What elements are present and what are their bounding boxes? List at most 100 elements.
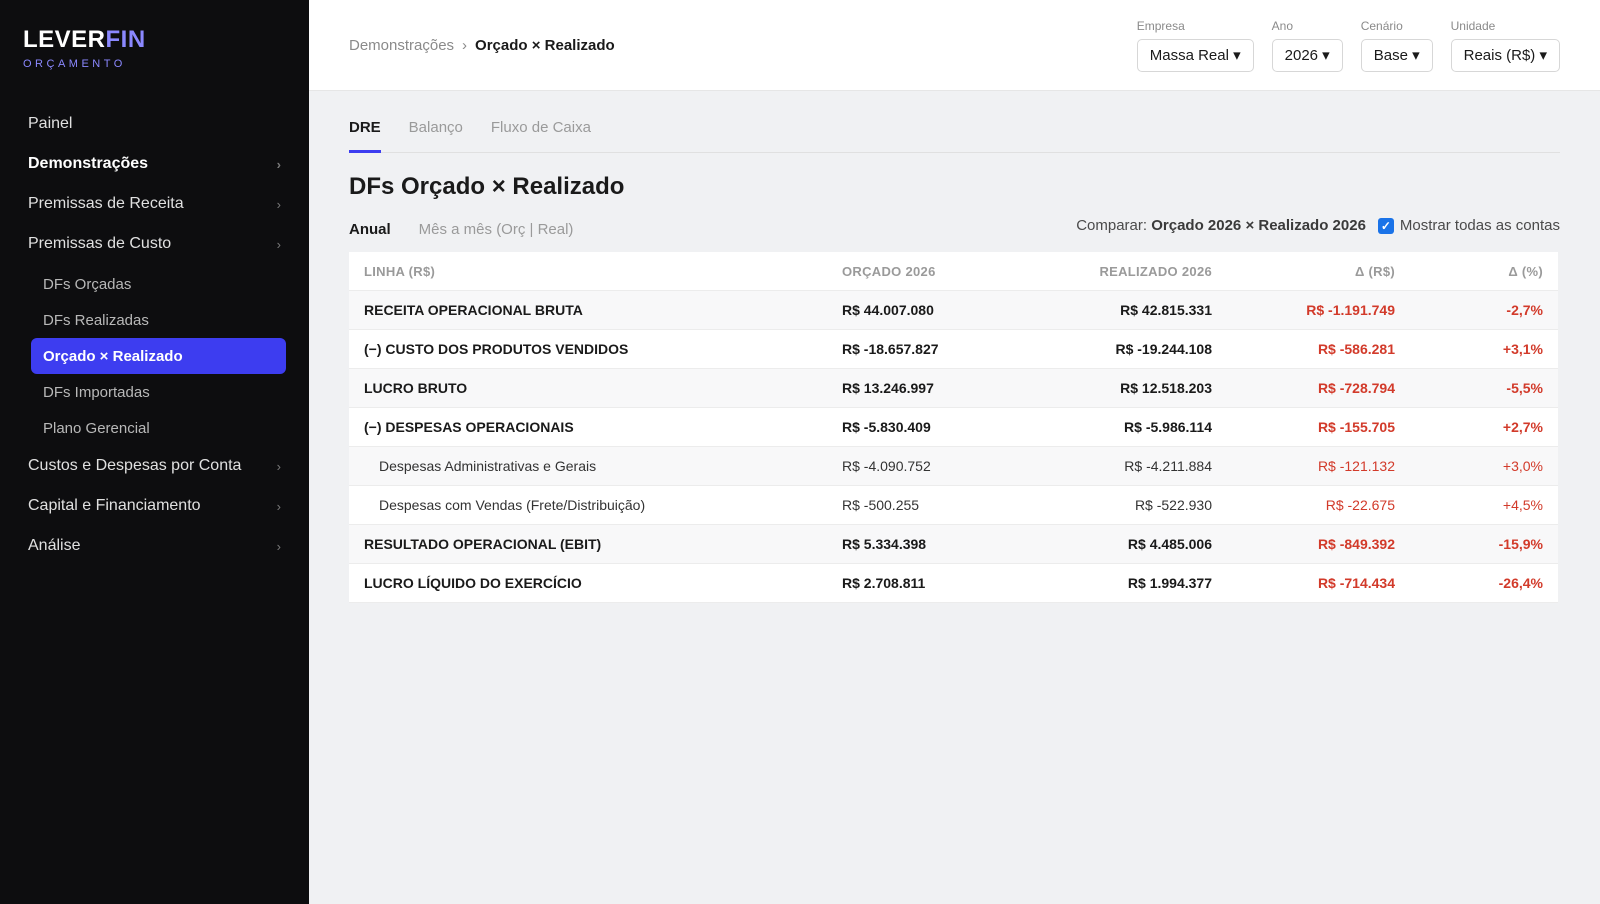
cell-realizado: R$ 1.994.377 [1127, 575, 1212, 591]
table-row[interactable]: (−) CUSTO DOS PRODUTOS VENDIDOS R$ -18.65… [349, 330, 1558, 369]
chevron-right-icon: › [276, 458, 281, 474]
column-header: Δ (%) [1508, 263, 1543, 279]
compare-info: Comparar: Orçado 2026 × Realizado 2026 ✓… [1076, 217, 1560, 234]
row-label: RESULTADO OPERACIONAL (EBIT) [364, 536, 602, 552]
checkbox-label: Mostrar todas as contas [1399, 217, 1560, 234]
sidebar-subitem-orcado-realizado[interactable]: Orçado × Realizado [31, 338, 286, 374]
cell-delta-pct: +4,5% [1502, 497, 1543, 513]
cell-realizado: R$ 4.485.006 [1127, 536, 1212, 552]
chevron-right-icon: › [276, 538, 281, 554]
filter-label: Ano [1271, 18, 1293, 33]
cell-delta-pct: +2,7% [1502, 419, 1543, 435]
chevron-right-icon: › [276, 236, 281, 252]
brand-name: LEVERFIN [23, 26, 146, 53]
sidebar-item-analise[interactable]: Análise › [0, 526, 309, 566]
cell-delta: R$ -586.281 [1317, 341, 1395, 357]
filter-unidade: Unidade Reais (R$) ▾ [1450, 18, 1560, 72]
cell-delta: R$ -121.132 [1317, 458, 1395, 474]
unidade-select[interactable]: Reais (R$) ▾ [1450, 38, 1560, 72]
sidebar-item-premissas-receita[interactable]: Premissas de Receita › [0, 184, 309, 224]
sidebar-subitem-plano-gerencial[interactable]: Plano Gerencial [31, 410, 286, 446]
filter-label: Cenário [1360, 18, 1403, 33]
sidebar: LEVERFIN ORÇAMENTO Painel Demonstrações ›… [0, 0, 309, 904]
table-row[interactable]: Despesas com Vendas (Frete/Distribuição)… [349, 486, 1558, 525]
cell-delta: R$ -849.392 [1317, 536, 1395, 552]
breadcrumb-separator-icon: › [462, 36, 468, 54]
breadcrumb: Demonstrações › Orçado × Realizado [349, 37, 615, 54]
content: DRE Balanço Fluxo de Caixa DFs Orçado × … [309, 91, 1600, 603]
chevron-right-icon: › [276, 498, 281, 514]
table-row[interactable]: (−) DESPESAS OPERACIONAIS R$ -5.830.409 R$… [349, 408, 1558, 447]
column-header: ORÇADO 2026 [842, 263, 936, 279]
tab-fluxo-caixa[interactable]: Fluxo de Caixa [491, 113, 591, 152]
table-row[interactable]: RESULTADO OPERACIONAL (EBIT) R$ 5.334.398… [349, 525, 1558, 564]
view-anual[interactable]: Anual [349, 221, 391, 238]
cell-delta: R$ -1.191.749 [1306, 302, 1395, 318]
brand-subtitle: ORÇAMENTO [23, 58, 126, 70]
checkbox-checked-icon[interactable]: ✓ [1377, 217, 1394, 234]
cell-delta-pct: -2,7% [1506, 302, 1543, 318]
empresa-select[interactable]: Massa Real ▾ [1136, 38, 1254, 72]
cell-orcado: R$ -4.090.752 [842, 458, 931, 474]
row-label: Despesas com Vendas (Frete/Distribuição) [379, 497, 646, 513]
view-mes-a-mes[interactable]: Mês a mês (Orç | Real) [419, 221, 574, 238]
cell-delta: R$ -714.434 [1317, 575, 1395, 591]
cell-realizado: R$ 12.518.203 [1120, 380, 1212, 396]
table-row[interactable]: LUCRO LÍQUIDO DO EXERCÍCIO R$ 2.708.811 R$… [349, 564, 1558, 603]
sidebar-item-capital-financiamento[interactable]: Capital e Financiamento › [0, 486, 309, 526]
table-row[interactable]: Despesas Administrativas e Gerais R$ -4.0… [349, 447, 1558, 486]
top-bar: Demonstrações › Orçado × Realizado Empre… [309, 0, 1600, 91]
tab-dre[interactable]: DRE [349, 113, 381, 153]
cell-orcado: R$ 5.334.398 [842, 536, 927, 552]
cell-orcado: R$ -5.830.409 [842, 419, 931, 435]
sidebar-item-demonstracoes[interactable]: Demonstrações › [0, 144, 309, 184]
column-header: REALIZADO 2026 [1099, 263, 1212, 279]
row-label: LUCRO LÍQUIDO DO EXERCÍCIO [364, 575, 582, 591]
cell-delta: R$ -728.794 [1317, 380, 1395, 396]
cell-orcado: R$ -500.255 [842, 497, 920, 513]
tab-balanco[interactable]: Balanço [409, 113, 463, 152]
brand-logo[interactable]: LEVERFIN ORÇAMENTO [0, 26, 309, 70]
cell-realizado: R$ -522.930 [1134, 497, 1212, 513]
statement-tabs: DRE Balanço Fluxo de Caixa [349, 113, 1560, 153]
breadcrumb-current: Orçado × Realizado [475, 36, 615, 54]
show-all-accounts-toggle[interactable]: ✓ Mostrar todas as contas [1377, 217, 1560, 234]
cell-orcado: R$ 13.246.997 [842, 380, 934, 396]
row-label: LUCRO BRUTO [364, 380, 468, 396]
dre-table: LINHA (R$) ORÇADO 2026 REALIZADO 2026 Δ … [349, 252, 1558, 603]
table-row[interactable]: LUCRO BRUTO R$ 13.246.997 R$ 12.518.203 R$ … [349, 369, 1558, 408]
sidebar-item-premissas-custo[interactable]: Premissas de Custo › [0, 224, 309, 264]
sidebar-subitem-dfs-importadas[interactable]: DFs Importadas [31, 374, 286, 410]
table-header: LINHA (R$) ORÇADO 2026 REALIZADO 2026 Δ … [349, 252, 1558, 291]
chevron-right-icon: › [276, 156, 281, 172]
filter-label: Empresa [1136, 18, 1185, 33]
cell-realizado: R$ -19.244.108 [1115, 341, 1212, 357]
column-header: Δ (R$) [1354, 263, 1395, 279]
cenario-select[interactable]: Base ▾ [1360, 38, 1433, 72]
sidebar-subitem-dfs-realizadas[interactable]: DFs Realizadas [31, 302, 286, 338]
filter-ano: Ano 2026 ▾ [1271, 18, 1343, 72]
row-label: Despesas Administrativas e Gerais [379, 458, 597, 474]
table-row[interactable]: RECEITA OPERACIONAL BRUTA R$ 44.007.080 R$… [349, 291, 1558, 330]
view-toggle: Anual Mês a mês (Orç | Real) [349, 221, 573, 238]
ano-select[interactable]: 2026 ▾ [1271, 38, 1343, 72]
cell-delta-pct: +3,1% [1502, 341, 1543, 357]
breadcrumb-parent[interactable]: Demonstrações [349, 37, 454, 54]
cell-orcado: R$ 44.007.080 [842, 302, 934, 318]
filter-cenario: Cenário Base ▾ [1360, 18, 1433, 72]
cell-delta-pct: -5,5% [1506, 380, 1543, 396]
page-title: DFs Orçado × Realizado [349, 173, 625, 200]
filter-label: Unidade [1450, 18, 1496, 33]
cell-delta-pct: +3,0% [1502, 458, 1543, 474]
row-label: (−) CUSTO DOS PRODUTOS VENDIDOS [364, 341, 629, 357]
sidebar-subitem-dfs-orcadas[interactable]: DFs Orçadas [31, 266, 286, 302]
row-label: RECEITA OPERACIONAL BRUTA [364, 302, 583, 318]
cell-realizado: R$ -5.986.114 [1124, 419, 1212, 435]
sidebar-nav: Painel Demonstrações › Premissas de Recei… [0, 104, 309, 566]
sidebar-item-custos-despesas[interactable]: Custos e Despesas por Conta › [0, 446, 309, 486]
filter-empresa: Empresa Massa Real ▾ [1136, 18, 1254, 72]
sidebar-item-painel[interactable]: Painel [0, 104, 309, 144]
cell-realizado: R$ 42.815.331 [1120, 302, 1212, 318]
compare-text: Comparar: Orçado 2026 × Realizado 2026 [1076, 217, 1366, 234]
main-area: Demonstrações › Orçado × Realizado Empre… [309, 0, 1600, 904]
